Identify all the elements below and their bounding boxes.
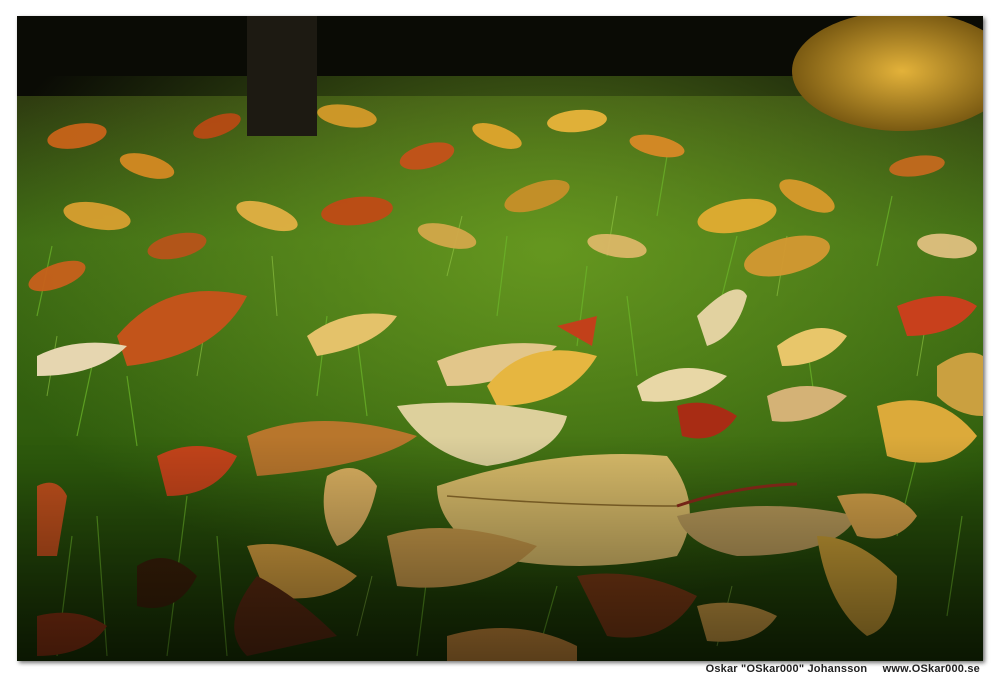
autumn-leaves-photo bbox=[17, 16, 983, 661]
photo-credit: Oskar "OSkar000" Johansson www.OSkar000.… bbox=[706, 663, 980, 675]
credit-author: Oskar "OSkar000" Johansson bbox=[705, 663, 868, 675]
credit-site: www.OSkar000.se bbox=[882, 663, 980, 675]
photo-frame bbox=[17, 16, 983, 661]
tree-trunk bbox=[247, 16, 317, 136]
